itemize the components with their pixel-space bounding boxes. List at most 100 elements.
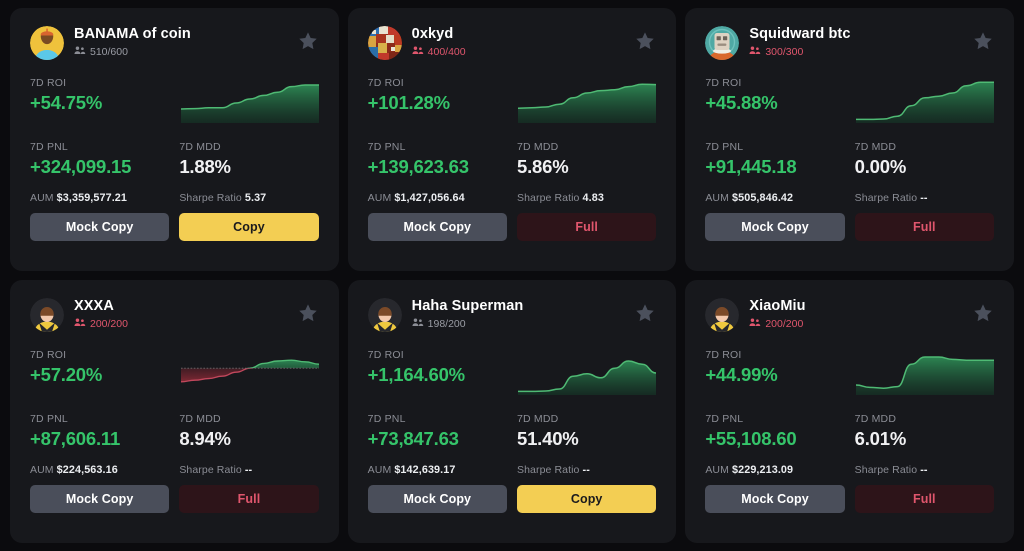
mock-copy-button[interactable]: Mock Copy xyxy=(30,485,170,513)
star-icon[interactable] xyxy=(972,30,994,52)
trader-card[interactable]: BANAMA of coin 510/600 7D ROI +54.75% 7D PNL… xyxy=(10,8,339,271)
aum-value: $3,359,577.21 xyxy=(56,192,128,204)
card-actions: Mock Copy Full xyxy=(705,485,994,513)
pnl-value: +55,108.60 xyxy=(705,428,797,449)
star-icon[interactable] xyxy=(297,30,319,52)
pnl-value: +324,099.15 xyxy=(30,156,132,177)
card-actions: Mock Copy Full xyxy=(705,213,994,241)
trader-name[interactable]: XiaoMiu xyxy=(749,298,994,315)
avatar[interactable] xyxy=(367,26,402,60)
pnl-label: 7D PNL xyxy=(367,141,406,153)
sharpe-metric: Sharpe Ratio -- xyxy=(179,464,318,476)
card-header: Haha Superman 198/200 xyxy=(367,297,657,343)
pnl-metric: 7D PNL +139,623.63 xyxy=(368,141,507,179)
avatar[interactable] xyxy=(705,298,740,332)
trader-name[interactable]: Squidward btc xyxy=(749,26,994,43)
avatar[interactable] xyxy=(367,298,402,332)
trader-name[interactable]: XXXA xyxy=(74,298,319,315)
people-icon xyxy=(749,318,761,330)
sharpe-metric: Sharpe Ratio -- xyxy=(855,192,994,204)
aum-label: AUM xyxy=(705,464,729,476)
mock-copy-button[interactable]: Mock Copy xyxy=(367,213,507,241)
aum-label: AUM xyxy=(705,192,729,204)
mock-copy-button[interactable]: Mock Copy xyxy=(705,213,845,241)
pnl-value: +139,623.63 xyxy=(367,156,469,177)
mock-copy-button[interactable]: Mock Copy xyxy=(30,213,170,241)
roi-label: 7D ROI xyxy=(30,349,67,361)
tertiary-metrics: AUM $224,563.16 Sharpe Ratio -- xyxy=(30,464,319,476)
secondary-metrics: 7D PNL +55,108.60 7D MDD 6.01% xyxy=(705,413,994,451)
full-button: Full xyxy=(516,213,657,241)
card-header: Squidward btc 300/300 xyxy=(705,25,994,71)
pnl-value: +87,606.11 xyxy=(30,428,121,449)
trader-card[interactable]: XXXA 200/200 7D ROI +57.20% 7D PNL +87,606.11… xyxy=(10,280,339,543)
mdd-label: 7D MDD xyxy=(854,141,897,153)
mdd-metric: 7D MDD 0.00% xyxy=(855,141,994,179)
pnl-label: 7D PNL xyxy=(367,413,406,425)
trader-card[interactable]: Squidward btc 300/300 7D ROI +45.88% 7D PNL +… xyxy=(685,8,1014,271)
sharpe-metric: Sharpe Ratio 4.83 xyxy=(517,192,656,204)
aum-value: $1,427,056.64 xyxy=(394,192,465,204)
mdd-metric: 7D MDD 51.40% xyxy=(517,413,656,451)
sharpe-label: Sharpe Ratio xyxy=(179,192,242,204)
roi-label: 7D ROI xyxy=(705,349,742,361)
mdd-label: 7D MDD xyxy=(179,413,221,425)
sharpe-label: Sharpe Ratio xyxy=(854,192,918,204)
primary-metrics: 7D ROI +101.28% xyxy=(368,77,657,127)
mdd-metric: 7D MDD 6.01% xyxy=(855,413,994,451)
sharpe-metric: Sharpe Ratio 5.37 xyxy=(179,192,318,204)
people-icon xyxy=(412,318,424,330)
avatar[interactable] xyxy=(705,26,740,60)
aum-metric: AUM $505,846.42 xyxy=(705,192,844,204)
trader-card[interactable]: Haha Superman 198/200 7D ROI +1,164.60% 7D P… xyxy=(347,280,677,543)
mdd-value: 51.40% xyxy=(516,428,579,449)
mock-copy-button[interactable]: Mock Copy xyxy=(705,485,845,513)
trader-card[interactable]: 0xkyd 400/400 7D ROI +101.28% 7D PNL +139,623… xyxy=(347,8,677,271)
roi-value: +1,164.60% xyxy=(367,364,465,385)
card-actions: Mock Copy Full xyxy=(30,485,319,513)
sharpe-label: Sharpe Ratio xyxy=(516,464,580,476)
trader-name[interactable]: BANAMA of coin xyxy=(74,26,319,43)
avatar[interactable] xyxy=(30,298,64,332)
secondary-metrics: 7D PNL +139,623.63 7D MDD 5.86% xyxy=(368,141,657,179)
trader-name[interactable]: Haha Superman xyxy=(412,298,657,315)
trader-name[interactable]: 0xkyd xyxy=(412,26,657,43)
pnl-metric: 7D PNL +87,606.11 xyxy=(30,413,169,451)
card-header: BANAMA of coin 510/600 xyxy=(30,25,319,71)
member-count-label: 510/600 xyxy=(90,46,128,58)
tertiary-metrics: AUM $1,427,056.64 Sharpe Ratio 4.83 xyxy=(368,192,657,204)
copy-button[interactable]: Copy xyxy=(179,213,319,241)
roi-sparkline-chart xyxy=(179,77,319,127)
roi-sparkline-chart xyxy=(855,349,994,399)
trader-card[interactable]: XiaoMiu 200/200 7D ROI +44.99% 7D PNL +55,108… xyxy=(685,280,1014,543)
roi-label: 7D ROI xyxy=(705,77,742,89)
primary-metrics: 7D ROI +57.20% xyxy=(30,349,319,399)
pnl-label: 7D PNL xyxy=(30,141,68,153)
mdd-value: 6.01% xyxy=(854,428,907,449)
aum-metric: AUM $229,213.09 xyxy=(705,464,844,476)
member-count-label: 400/400 xyxy=(427,46,466,58)
roi-sparkline-chart xyxy=(855,77,994,127)
people-icon xyxy=(74,318,86,330)
card-actions: Mock Copy Copy xyxy=(30,213,319,241)
sharpe-metric: Sharpe Ratio -- xyxy=(517,464,656,476)
member-count: 510/600 xyxy=(74,46,319,58)
aum-value: $505,846.42 xyxy=(732,192,794,204)
mock-copy-button[interactable]: Mock Copy xyxy=(367,485,507,513)
copy-button[interactable]: Copy xyxy=(516,485,657,513)
aum-label: AUM xyxy=(30,192,54,204)
trader-identity: BANAMA of coin 510/600 xyxy=(74,25,319,58)
star-icon[interactable] xyxy=(972,302,994,324)
sharpe-value: -- xyxy=(920,192,928,204)
roi-label: 7D ROI xyxy=(30,77,67,89)
mdd-label: 7D MDD xyxy=(179,141,221,153)
aum-metric: AUM $3,359,577.21 xyxy=(30,192,169,204)
avatar[interactable] xyxy=(30,26,64,60)
primary-metrics: 7D ROI +44.99% xyxy=(705,349,994,399)
secondary-metrics: 7D PNL +91,445.18 7D MDD 0.00% xyxy=(705,141,994,179)
star-icon[interactable] xyxy=(634,302,656,324)
star-icon[interactable] xyxy=(297,302,319,324)
star-icon[interactable] xyxy=(634,30,656,52)
card-header: XiaoMiu 200/200 xyxy=(705,297,994,343)
aum-label: AUM xyxy=(367,464,392,476)
